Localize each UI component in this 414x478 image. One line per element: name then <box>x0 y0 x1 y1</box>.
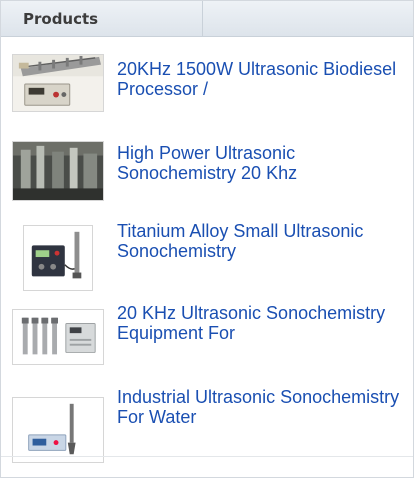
ultrasonic-processor-image[interactable] <box>12 54 104 112</box>
probe-and-generator-image[interactable] <box>12 397 104 463</box>
products-tab[interactable]: Products <box>1 1 203 37</box>
product-item[interactable]: Titanium Alloy Small Ultrasonic Sonochem… <box>1 217 413 297</box>
panel-title: Products <box>23 10 99 28</box>
product-item[interactable]: Industrial Ultrasonic Sonochemistry For … <box>1 387 413 467</box>
sonochemistry-equipment-image[interactable] <box>12 141 104 201</box>
product-item[interactable]: High Power Ultrasonic Sonochemistry 20 K… <box>1 131 413 211</box>
product-name-link[interactable]: Titanium Alloy Small Ultrasonic Sonochem… <box>117 221 407 261</box>
product-name-link[interactable]: High Power Ultrasonic Sonochemistry 20 K… <box>117 143 407 183</box>
product-name-link[interactable]: 20 KHz Ultrasonic Sonochemistry Equipmen… <box>117 303 407 343</box>
generator-and-probe-image[interactable] <box>23 225 93 291</box>
product-name-link[interactable]: 20KHz 1500W Ultrasonic Biodiesel Process… <box>117 59 407 99</box>
panel-header: Products <box>1 1 413 37</box>
panel-bottom-divider <box>1 456 413 457</box>
product-item[interactable]: 20 KHz Ultrasonic Sonochemistry Equipmen… <box>1 299 413 389</box>
product-name-link[interactable]: Industrial Ultrasonic Sonochemistry For … <box>117 387 407 427</box>
products-panel: Products 20KHz 1500W Ultrasonic Biodiese… <box>0 0 414 478</box>
product-item[interactable]: 20KHz 1500W Ultrasonic Biodiesel Process… <box>1 51 413 131</box>
probes-and-generator-image[interactable] <box>12 309 104 365</box>
